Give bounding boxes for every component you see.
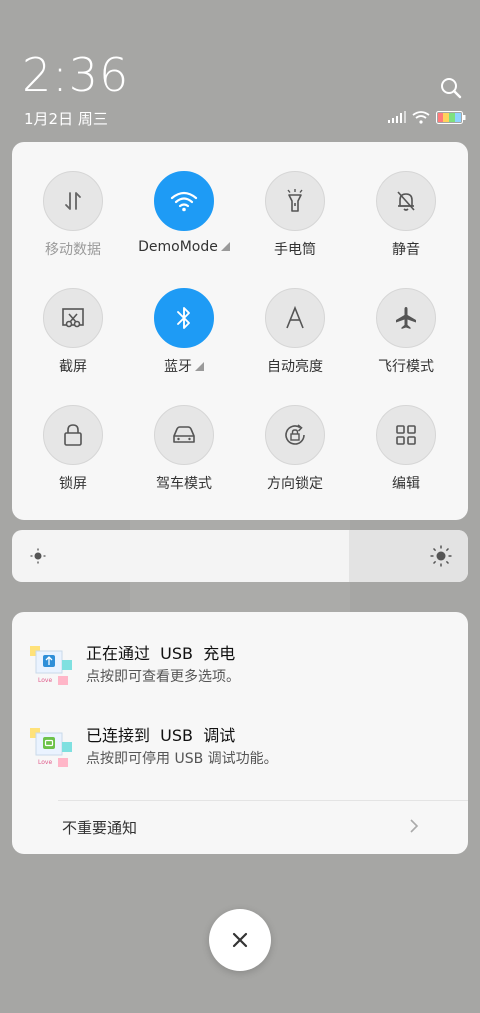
tile-label: 移动数据 <box>45 242 101 258</box>
quick-settings-panel: 移动数据 DemoMode 手电筒 静音 截屏 蓝牙 自动亮度 飞行模式 锁屏 … <box>12 142 468 520</box>
tile-wifi[interactable]: DemoMode <box>129 171 239 255</box>
tile-auto-brightness[interactable]: 自动亮度 <box>240 288 350 376</box>
tile-label: 编辑 <box>392 476 420 492</box>
car-icon[interactable] <box>154 405 214 465</box>
search-icon[interactable] <box>440 77 462 99</box>
mobile-data-icon[interactable] <box>43 171 103 231</box>
clear-all-button[interactable] <box>209 909 271 971</box>
android-system-app-icon: Love <box>28 642 74 688</box>
tile-mobile-data[interactable]: 移动数据 <box>18 171 128 259</box>
notification-title: 已连接到 USB 调试 <box>86 726 236 745</box>
tile-lock-screen[interactable]: 锁屏 <box>18 405 128 493</box>
tile-label: 驾车模式 <box>156 476 212 492</box>
signal-icon <box>388 111 406 123</box>
android-debug-app-icon: Love <box>28 724 74 770</box>
expand-triangle-icon[interactable] <box>220 242 230 251</box>
unimportant-notifications-link[interactable]: 不重要通知 <box>62 817 137 838</box>
tile-label: 静音 <box>392 242 420 258</box>
svg-text:Love: Love <box>38 677 52 684</box>
flashlight-icon[interactable] <box>265 171 325 231</box>
notification-usb-debugging[interactable]: Love 已连接到 USB 调试 点按即可停用 USB 调试功能。 <box>28 718 448 774</box>
battery-icon <box>436 110 466 124</box>
wifi-status-icon <box>412 110 430 124</box>
status-icons <box>388 110 466 124</box>
tile-label: 锁屏 <box>59 476 87 492</box>
chevron-right-icon[interactable] <box>407 818 421 834</box>
notification-panel: Love 正在通过 USB 充电 点按即可查看更多选项。 Love 已连接到 U… <box>12 612 468 854</box>
brightness-low-icon <box>30 548 46 564</box>
brightness-high-icon <box>430 545 452 567</box>
tile-mute[interactable]: 静音 <box>351 171 461 259</box>
notification-subtitle: 点按即可查看更多选项。 <box>86 669 240 685</box>
screenshot-icon[interactable] <box>43 288 103 348</box>
notification-subtitle: 点按即可停用 USB 调试功能。 <box>86 751 278 767</box>
svg-text:Love: Love <box>38 759 52 766</box>
tile-driving-mode[interactable]: 驾车模式 <box>129 405 239 493</box>
wifi-icon[interactable] <box>154 171 214 231</box>
clock-date: 1月2日 周三 <box>24 110 108 128</box>
mute-bell-icon[interactable] <box>376 171 436 231</box>
notification-title: 正在通过 USB 充电 <box>86 644 236 663</box>
tile-label: 蓝牙 <box>164 359 192 375</box>
close-icon <box>232 932 248 948</box>
tile-airplane[interactable]: 飞行模式 <box>351 288 461 376</box>
tile-label: 手电筒 <box>274 242 316 258</box>
tile-label: DemoMode <box>138 239 218 255</box>
tile-label: 自动亮度 <box>267 359 323 375</box>
airplane-icon[interactable] <box>376 288 436 348</box>
auto-brightness-icon[interactable] <box>265 288 325 348</box>
expand-triangle-icon[interactable] <box>195 362 204 371</box>
tile-label: 方向锁定 <box>267 476 323 492</box>
edit-grid-icon[interactable] <box>376 405 436 465</box>
tile-bluetooth[interactable]: 蓝牙 <box>129 288 239 376</box>
rotation-lock-icon[interactable] <box>265 405 325 465</box>
tile-label: 飞行模式 <box>378 359 434 375</box>
bluetooth-icon[interactable] <box>154 288 214 348</box>
clock-time: 2:36 <box>22 48 130 102</box>
lock-icon[interactable] <box>43 405 103 465</box>
tile-label: 截屏 <box>59 359 87 375</box>
tile-flashlight[interactable]: 手电筒 <box>240 171 350 259</box>
brightness-slider[interactable] <box>12 530 468 582</box>
tile-screenshot[interactable]: 截屏 <box>18 288 128 376</box>
tile-edit[interactable]: 编辑 <box>351 405 461 493</box>
tile-rotation-lock[interactable]: 方向锁定 <box>240 405 350 493</box>
notification-usb-charging[interactable]: Love 正在通过 USB 充电 点按即可查看更多选项。 <box>28 636 448 692</box>
divider <box>58 800 468 801</box>
